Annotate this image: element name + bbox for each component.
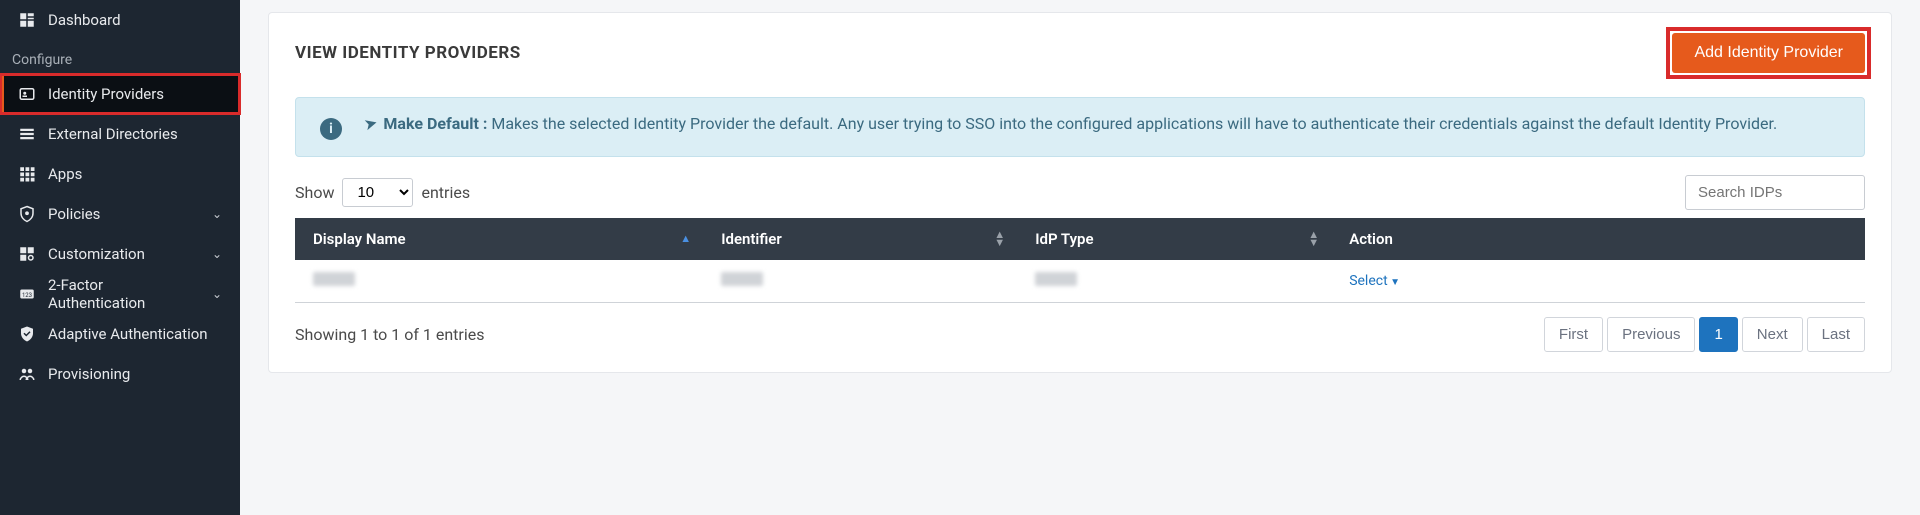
shield-gear-icon bbox=[18, 205, 36, 223]
sidebar-item-policies[interactable]: Policies ⌄ bbox=[0, 194, 240, 234]
pager-page-1[interactable]: 1 bbox=[1699, 317, 1737, 352]
chevron-down-icon: ⌄ bbox=[212, 287, 222, 301]
number-badge-icon: 123 bbox=[18, 285, 36, 303]
col-display-name[interactable]: Display Name ▲ bbox=[295, 218, 703, 260]
table-footer: Showing 1 to 1 of 1 entries First Previo… bbox=[295, 317, 1865, 352]
sidebar-label: Apps bbox=[48, 165, 82, 183]
shield-check-icon bbox=[18, 325, 36, 343]
idp-table: Display Name ▲ Identifier ▲▼ IdP Type ▲▼… bbox=[295, 218, 1865, 303]
pager-next[interactable]: Next bbox=[1742, 317, 1803, 352]
sidebar-item-two-factor[interactable]: 123 2-Factor Authentication ⌄ bbox=[0, 274, 240, 314]
sort-icon: ▲▼ bbox=[1308, 231, 1319, 247]
show-prefix: Show bbox=[295, 183, 334, 202]
dashboard-icon bbox=[18, 11, 36, 29]
sidebar-item-identity-providers[interactable]: Identity Providers bbox=[0, 74, 240, 114]
show-suffix: entries bbox=[421, 183, 470, 202]
pager-previous[interactable]: Previous bbox=[1607, 317, 1695, 352]
col-identifier[interactable]: Identifier ▲▼ bbox=[703, 218, 1017, 260]
sidebar-item-apps[interactable]: Apps bbox=[0, 154, 240, 194]
svg-text:123: 123 bbox=[22, 292, 32, 299]
row-action-select[interactable]: Select bbox=[1349, 273, 1400, 289]
apps-grid-icon bbox=[18, 165, 36, 183]
info-banner: i ➤ Make Default : Makes the selected Id… bbox=[295, 97, 1865, 157]
content-card: VIEW IDENTITY PROVIDERS Add Identity Pro… bbox=[268, 12, 1892, 373]
info-icon: i bbox=[320, 118, 342, 140]
show-entries: Show 10 entries bbox=[295, 178, 470, 207]
id-card-icon bbox=[18, 85, 36, 103]
pager-first[interactable]: First bbox=[1544, 317, 1603, 352]
entries-select[interactable]: 10 bbox=[342, 178, 413, 207]
sort-asc-icon: ▲ bbox=[680, 235, 691, 243]
info-lead: Make Default : bbox=[383, 114, 487, 133]
sidebar-label: External Directories bbox=[48, 125, 178, 143]
cell-display-name bbox=[313, 272, 355, 286]
main-content: VIEW IDENTITY PROVIDERS Add Identity Pro… bbox=[240, 0, 1920, 515]
pager: First Previous 1 Next Last bbox=[1544, 317, 1865, 352]
cell-idp-type bbox=[1035, 272, 1077, 286]
chevron-down-icon: ⌄ bbox=[212, 207, 222, 221]
sidebar-label: Policies bbox=[48, 205, 100, 223]
entries-info: Showing 1 to 1 of 1 entries bbox=[295, 325, 484, 344]
sidebar-label: Provisioning bbox=[48, 365, 130, 383]
sidebar-label: Dashboard bbox=[48, 11, 121, 29]
sidebar-item-customization[interactable]: Customization ⌄ bbox=[0, 234, 240, 274]
sort-icon: ▲▼ bbox=[994, 231, 1005, 247]
sidebar-item-provisioning[interactable]: Provisioning bbox=[0, 354, 240, 394]
sidebar-item-external-directories[interactable]: External Directories bbox=[0, 114, 240, 154]
page-title: VIEW IDENTITY PROVIDERS bbox=[295, 43, 521, 63]
sidebar-label: Customization bbox=[48, 245, 145, 263]
sidebar-label: Identity Providers bbox=[48, 85, 164, 103]
list-icon bbox=[18, 125, 36, 143]
info-body: Makes the selected Identity Provider the… bbox=[491, 114, 1777, 133]
users-sync-icon bbox=[18, 365, 36, 383]
info-text: ➤ Make Default : Makes the selected Iden… bbox=[364, 114, 1777, 133]
col-action: Action bbox=[1331, 218, 1865, 260]
sidebar-label: Adaptive Authentication bbox=[48, 325, 208, 343]
table-row: Select bbox=[295, 260, 1865, 303]
pager-last[interactable]: Last bbox=[1807, 317, 1865, 352]
sidebar-label: 2-Factor Authentication bbox=[48, 276, 200, 312]
sidebar-item-dashboard[interactable]: Dashboard bbox=[0, 0, 240, 40]
search-input[interactable] bbox=[1685, 175, 1865, 210]
sidebar-section-configure: Configure bbox=[0, 40, 240, 74]
cell-identifier bbox=[721, 272, 763, 286]
col-idp-type[interactable]: IdP Type ▲▼ bbox=[1017, 218, 1331, 260]
cursor-icon: ➤ bbox=[362, 113, 380, 135]
add-identity-provider-button[interactable]: Add Identity Provider bbox=[1672, 33, 1865, 73]
sidebar: Dashboard Configure Identity Providers E… bbox=[0, 0, 240, 515]
table-controls: Show 10 entries bbox=[295, 175, 1865, 210]
add-button-highlight: Add Identity Provider bbox=[1672, 33, 1865, 73]
header-row: VIEW IDENTITY PROVIDERS Add Identity Pro… bbox=[295, 33, 1865, 73]
puzzle-icon bbox=[18, 245, 36, 263]
chevron-down-icon: ⌄ bbox=[212, 247, 222, 261]
sidebar-item-adaptive-auth[interactable]: Adaptive Authentication bbox=[0, 314, 240, 354]
